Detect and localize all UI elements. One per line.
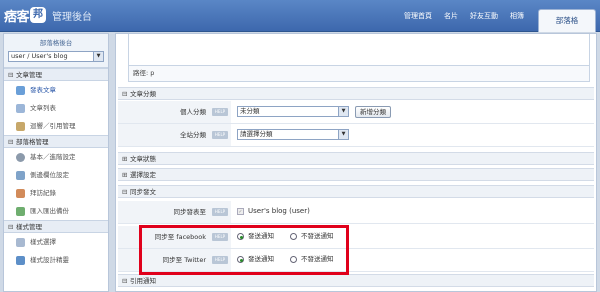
path-label: 路徑: [133,69,149,77]
sidebar-item-post-list[interactable]: 文章列表 [4,99,108,117]
field-label-text: 同步發表至 [173,208,207,216]
expand-icon: ⊞ [122,155,128,163]
nav-profile[interactable]: 名片 [438,11,464,21]
chevron-down-icon: ▼ [93,52,103,61]
nav-home[interactable]: 管理首頁 [398,11,438,21]
highlight-box [139,225,349,275]
sidebar-section-label: 文章管理 [16,71,42,79]
sidebar-section-posts[interactable]: ⊟ 文章管理 [4,68,108,81]
personal-category-select[interactable]: 未分類 ▼ [237,106,349,117]
logo-text: 痞客 [4,9,30,25]
chevron-down-icon: ▼ [338,130,348,139]
sidebar-item-comments[interactable]: 迴響／引用管理 [4,117,108,135]
sidebar-section-label: 部落格管理 [16,138,49,146]
path-value: p [150,69,155,77]
comment-icon [16,121,25,131]
sidebar-item-widgets[interactable]: 側邊欄位設定 [4,166,108,184]
backup-icon [16,206,25,216]
tab-blog[interactable]: 部落格 [538,9,596,32]
field-label: 個人分類 HELP [118,101,231,123]
sidebar-item-label: 樣式設計精靈 [30,256,69,264]
help-icon[interactable]: HELP [212,131,228,139]
top-bar: 痞客 邦 管理後台 管理首頁 名片 好友互動 相簿 部落格 [0,0,600,32]
section-label: 選擇設定 [130,171,156,179]
sidebar-item-visits[interactable]: 拜訪紀錄 [4,184,108,202]
new-category-button[interactable]: 新增分類 [355,106,391,118]
sidebar-item-label: 拜訪紀錄 [30,189,56,197]
collapse-icon: ⊟ [8,71,14,79]
sidebar-item-settings[interactable]: 基本／進階設定 [4,148,108,166]
field-label: 同步發表至 HELP [118,201,231,223]
section-label: 文章狀態 [130,155,156,163]
blog-select-value: user / User's blog [11,52,68,60]
section-options[interactable]: ⊞ 選擇設定 [118,168,594,181]
admin-title: 管理後台 [52,11,93,23]
gear-icon [16,152,25,162]
field-label: 全站分類 HELP [118,124,231,146]
collapse-icon: ⊟ [122,277,128,285]
sidebar-item-theme-wizard[interactable]: 樣式設計精靈 [4,251,108,269]
widget-icon [16,170,25,180]
help-icon[interactable]: HELP [212,108,228,116]
expand-icon: ⊞ [122,171,128,179]
chevron-down-icon: ▼ [338,107,348,116]
row-personal-category: 個人分類 HELP 未分類 ▼ 新增分類 [118,101,594,124]
logo-badge: 邦 [30,7,47,23]
collapse-icon: ⊟ [8,138,14,146]
collapse-icon: ⊟ [122,90,128,98]
sidebar-item-theme-select[interactable]: 樣式選擇 [4,233,108,251]
help-icon[interactable]: HELP [212,208,228,216]
nav-friends[interactable]: 好友互動 [464,11,504,21]
section-category[interactable]: ⊟ 文章分類 [118,87,594,100]
sidebar-header: 部落格後台 user / User's blog ▼ [4,34,108,68]
field-label-text: 全站分類 [180,131,206,139]
theme-icon [16,237,25,247]
sync-blog-label: User's blog (user) [248,207,310,215]
nav-album[interactable]: 相簿 [504,11,530,21]
logo[interactable]: 痞客 邦 管理後台 [4,5,92,25]
section-sync[interactable]: ⊟ 同步發文 [118,185,594,198]
sidebar-item-label: 側邊欄位設定 [30,171,69,179]
sidebar: 部落格後台 user / User's blog ▼ ⊟ 文章管理 發表文章 文章… [3,33,109,292]
footprint-icon [16,188,25,198]
select-value: 請選擇分類 [240,130,273,138]
sync-blog-checkbox[interactable]: ✓ [237,208,244,215]
select-value: 未分類 [240,107,260,115]
row-site-category: 全站分類 HELP 請選擇分類 ▼ [118,124,594,147]
write-icon [16,85,25,95]
section-label: 文章分類 [130,90,156,98]
collapse-icon: ⊟ [122,188,128,196]
wizard-icon [16,255,25,265]
section-trackback[interactable]: ⊟ 引用通知 [118,274,594,287]
collapse-icon: ⊟ [8,223,14,231]
sidebar-title: 部落格後台 [39,39,73,47]
sidebar-section-label: 樣式管理 [16,223,42,231]
sidebar-item-label: 文章列表 [30,104,56,112]
sidebar-item-backup[interactable]: 匯入匯出備份 [4,202,108,220]
sidebar-item-label: 樣式選擇 [30,238,56,246]
sidebar-item-new-post[interactable]: 發表文章 [4,81,108,99]
section-status[interactable]: ⊞ 文章狀態 [118,152,594,165]
top-nav: 管理首頁 名片 好友互動 相簿 [398,11,530,21]
field-label-text: 個人分類 [180,108,206,116]
list-icon [16,103,25,113]
row-sync-post: 同步發表至 HELP ✓ User's blog (user) [118,201,594,224]
sidebar-item-label: 匯入匯出備份 [30,207,69,215]
blog-select[interactable]: user / User's blog ▼ [8,51,104,62]
sidebar-section-themes[interactable]: ⊟ 樣式管理 [4,220,108,233]
site-category-select[interactable]: 請選擇分類 ▼ [237,129,349,140]
editor-path-bar: 路徑: p [128,65,590,82]
sidebar-item-label: 發表文章 [30,86,56,94]
section-label: 同步發文 [130,188,156,196]
sidebar-item-label: 基本／進階設定 [30,153,76,161]
sidebar-section-blog[interactable]: ⊟ 部落格管理 [4,135,108,148]
section-label: 引用通知 [130,277,156,285]
sidebar-item-label: 迴響／引用管理 [30,122,76,130]
